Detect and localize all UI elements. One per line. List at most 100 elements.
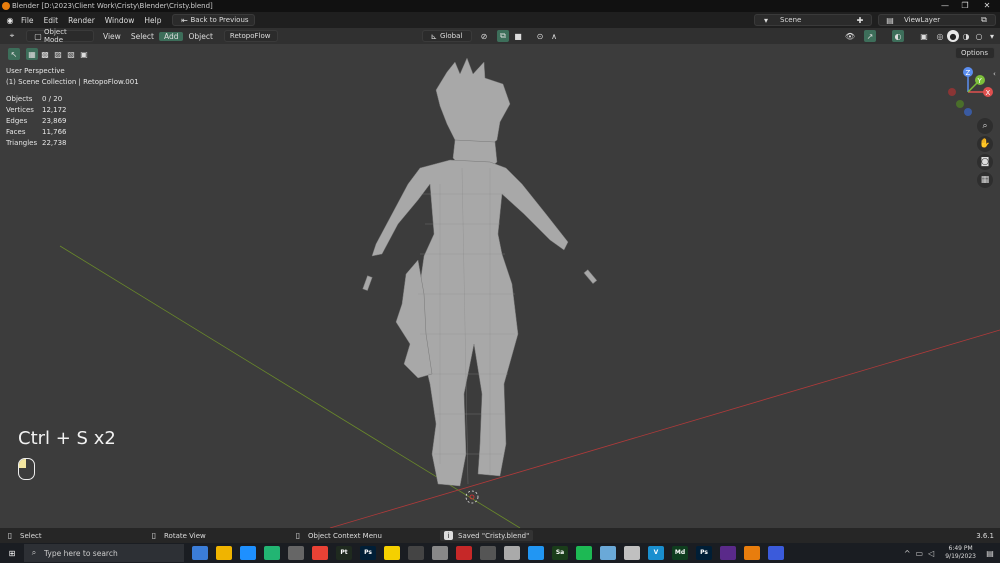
windows-start-icon[interactable]: ⊞: [6, 547, 18, 559]
scene-selector[interactable]: ▾ Scene ✚: [754, 14, 872, 26]
editor-type-icon[interactable]: ⌖: [6, 30, 18, 42]
3d-cursor: [465, 490, 479, 504]
taskbar-app-icon[interactable]: [480, 546, 496, 560]
xray-icon[interactable]: ▣: [918, 30, 930, 42]
select-intersect-icon[interactable]: ▣: [78, 48, 90, 60]
taskbar-app-icon[interactable]: [312, 546, 328, 560]
taskbar-app-icon[interactable]: [456, 546, 472, 560]
menu-view[interactable]: View: [98, 32, 126, 41]
rendered-shading-icon[interactable]: ○: [973, 30, 985, 42]
proportional-icon[interactable]: ⊙: [534, 30, 546, 42]
taskbar-app-icon[interactable]: [216, 546, 232, 560]
back-to-previous-button[interactable]: ⇤ Back to Previous: [172, 14, 255, 26]
select-subtract-icon[interactable]: ▨: [52, 48, 64, 60]
overlay-toggle-icon[interactable]: ◐: [892, 30, 904, 42]
stat-label: Vertices: [6, 106, 34, 114]
viewlayer-icon: ▤: [886, 15, 894, 25]
menu-render[interactable]: Render: [63, 16, 100, 25]
solid-shading-icon[interactable]: ●: [947, 30, 959, 42]
menu-add[interactable]: Add: [158, 31, 184, 41]
shading-options-icon[interactable]: ▾: [986, 30, 998, 42]
taskbar-app-icon[interactable]: [408, 546, 424, 560]
taskbar-app-icon[interactable]: [504, 546, 520, 560]
visibility-icon[interactable]: 👁: [844, 30, 856, 42]
pivot-icon[interactable]: ⊘: [478, 30, 490, 42]
gizmo-toggle-icon[interactable]: ↗: [864, 30, 876, 42]
taskbar-app-icon[interactable]: [600, 546, 616, 560]
taskbar-app-icon[interactable]: [624, 546, 640, 560]
select-extend-icon[interactable]: ▩: [39, 48, 51, 60]
select-invert-icon[interactable]: ▧: [65, 48, 77, 60]
maximize-icon[interactable]: ❐: [954, 0, 976, 12]
top-menubar: ◉ File Edit Render Window Help ⇤ Back to…: [0, 12, 1000, 28]
taskbar-app-icon[interactable]: [264, 546, 280, 560]
blender-logo-icon: [2, 2, 10, 10]
taskbar-app-icon[interactable]: [192, 546, 208, 560]
stat-value: 0 / 20: [42, 95, 63, 103]
menu-edit[interactable]: Edit: [39, 16, 64, 25]
retopoflow-label: RetopoFlow: [229, 32, 271, 40]
taskbar-app-icon[interactable]: [432, 546, 448, 560]
orientation-icon: ⊾: [430, 31, 438, 41]
taskbar-app-icon[interactable]: Ps: [360, 546, 376, 560]
mouse-middle-icon: ▯: [151, 531, 157, 540]
3d-viewport[interactable]: ↖ ▦ ▩ ▨ ▧ ▣ User Perspective (1) Scene C…: [0, 44, 1000, 528]
taskbar-app-icon[interactable]: Ps: [696, 546, 712, 560]
menu-file[interactable]: File: [16, 16, 39, 25]
taskbar-app-icon[interactable]: [528, 546, 544, 560]
collection-label: (1) Scene Collection | RetopoFlow.001: [6, 78, 139, 86]
taskbar-app-icon[interactable]: [576, 546, 592, 560]
select-box-icon[interactable]: ▦: [26, 48, 38, 60]
close-icon[interactable]: ✕: [976, 0, 998, 12]
perspective-grid-icon[interactable]: ▦: [977, 172, 993, 188]
taskbar-app-icon[interactable]: V: [648, 546, 664, 560]
mode-selector[interactable]: ▢ Object Mode: [26, 28, 94, 44]
navigation-gizmo[interactable]: Z Y X: [940, 64, 996, 120]
volume-icon[interactable]: ◁: [925, 547, 937, 559]
notification-icon[interactable]: ▤: [984, 547, 996, 559]
taskbar-app-icon[interactable]: [240, 546, 256, 560]
stat-row: Objects 0 / 20: [6, 94, 139, 105]
select-tool-icon[interactable]: ↖: [8, 48, 20, 60]
gizmo-x-label: X: [986, 89, 991, 97]
options-button[interactable]: Options: [955, 47, 995, 59]
taskbar-app-icon[interactable]: Pt: [336, 546, 352, 560]
material-shading-icon[interactable]: ◑: [960, 30, 972, 42]
orientation-selector[interactable]: ⊾ Global: [422, 30, 472, 42]
taskbar-search[interactable]: ⌕ Type here to search: [24, 544, 184, 562]
snap-icon[interactable]: ⧉: [497, 30, 509, 42]
menu-help[interactable]: Help: [139, 16, 166, 25]
camera-icon[interactable]: ◙: [977, 154, 993, 170]
blender-menu-icon[interactable]: ◉: [4, 14, 16, 26]
stat-value: 22,738: [42, 139, 67, 147]
character-mesh: [362, 57, 598, 487]
menu-object[interactable]: Object: [183, 32, 217, 41]
wireframe-shading-icon[interactable]: ◎: [934, 30, 946, 42]
clock-time: 6:49 PM: [948, 545, 973, 552]
snap-target-icon[interactable]: ■: [512, 30, 524, 42]
minimize-icon[interactable]: —: [934, 0, 956, 12]
pan-hand-icon[interactable]: ✋: [977, 136, 993, 152]
taskbar-app-icon[interactable]: [720, 546, 736, 560]
taskbar-app-icon[interactable]: Sa: [552, 546, 568, 560]
saved-message: Saved "Cristy.blend": [458, 531, 530, 540]
taskbar-app-icon[interactable]: [744, 546, 760, 560]
scene-icon: ▾: [763, 15, 768, 25]
taskbar-app-icon[interactable]: [768, 546, 784, 560]
mouse-right-icon: ▯: [295, 531, 301, 540]
menu-window[interactable]: Window: [100, 16, 140, 25]
menu-select[interactable]: Select: [126, 32, 159, 41]
clock[interactable]: 6:49 PM 9/19/2023: [945, 545, 976, 561]
viewlayer-label: ViewLayer: [904, 16, 941, 24]
viewport-scene: [59, 57, 1000, 528]
taskbar-app-icon[interactable]: [288, 546, 304, 560]
tray-chevron-icon[interactable]: ^: [901, 547, 913, 559]
taskbar-app-icon[interactable]: Md: [672, 546, 688, 560]
zoom-icon[interactable]: ⌕: [977, 118, 993, 134]
retopoflow-menu[interactable]: RetopoFlow: [223, 30, 278, 42]
network-icon[interactable]: ▭: [913, 547, 925, 559]
viewlayer-selector[interactable]: ▤ ViewLayer ⧉: [878, 14, 996, 26]
orientation-label: Global: [440, 32, 463, 40]
falloff-icon[interactable]: ∧: [548, 30, 560, 42]
taskbar-app-icon[interactable]: [384, 546, 400, 560]
